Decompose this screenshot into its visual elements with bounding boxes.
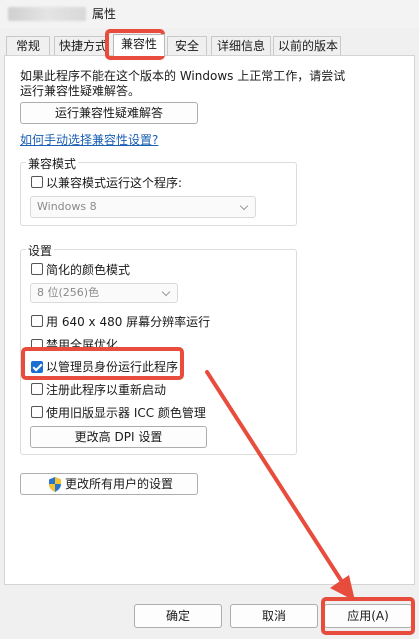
tab-compatibility[interactable]: 兼容性: [113, 34, 165, 56]
annotation-arrow: [205, 370, 355, 601]
